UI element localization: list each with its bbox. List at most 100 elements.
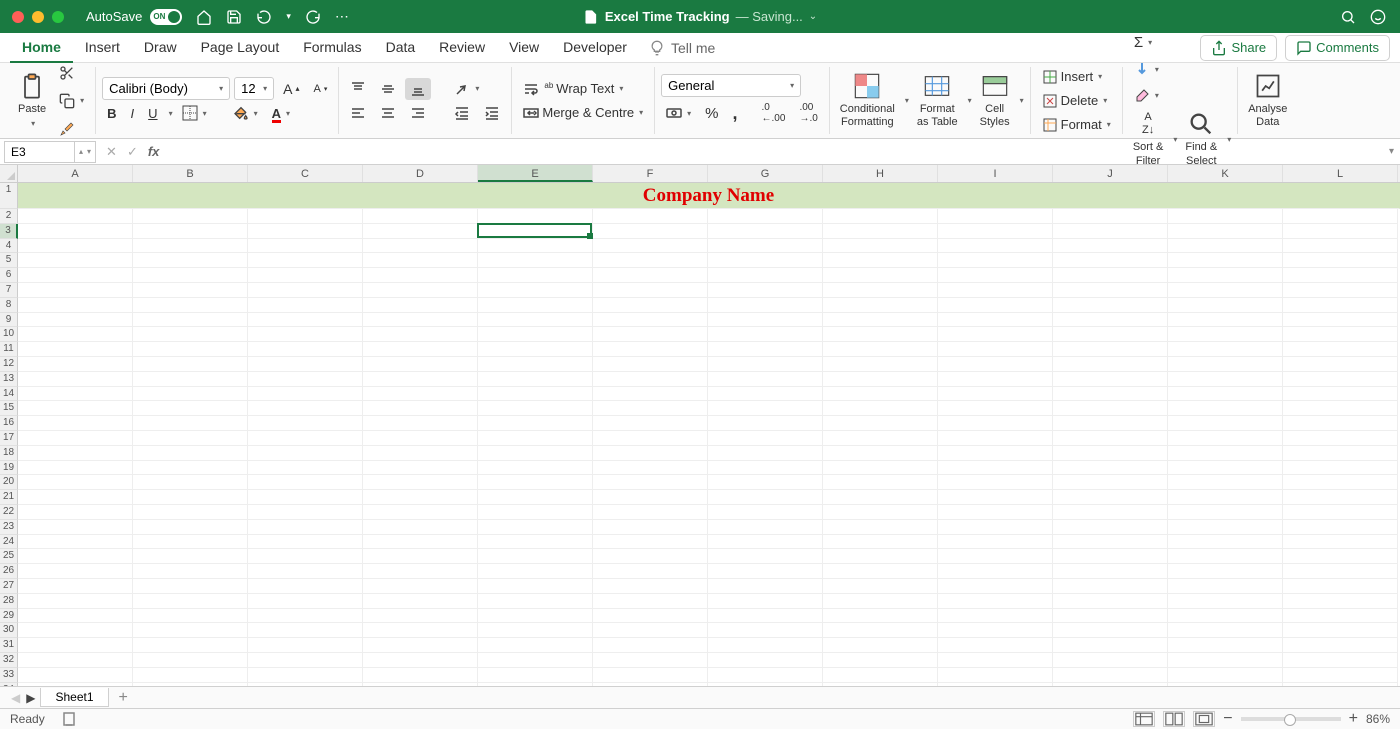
delete-cells-button[interactable]: Delete▾: [1037, 90, 1113, 112]
cell-E13[interactable]: [478, 372, 593, 387]
cell-H8[interactable]: [823, 298, 938, 313]
fill-color-button[interactable]: ▾: [228, 102, 263, 124]
cell-I10[interactable]: [938, 327, 1053, 342]
cell-K16[interactable]: [1168, 416, 1283, 431]
cell-styles-dropdown[interactable]: ▾: [1020, 96, 1024, 105]
cell-B9[interactable]: [133, 313, 248, 328]
cell-J3[interactable]: [1053, 224, 1168, 239]
enter-formula-icon[interactable]: ✓: [127, 144, 138, 160]
cell-H29[interactable]: [823, 609, 938, 624]
cell-I14[interactable]: [938, 387, 1053, 402]
cell-L32[interactable]: [1283, 653, 1398, 668]
cell-G16[interactable]: [708, 416, 823, 431]
cell-A34[interactable]: [18, 683, 133, 687]
row-header-8[interactable]: 8: [0, 298, 18, 313]
cell-L20[interactable]: [1283, 475, 1398, 490]
cell-I31[interactable]: [938, 638, 1053, 653]
cell-H23[interactable]: [823, 520, 938, 535]
cell-K8[interactable]: [1168, 298, 1283, 313]
cell-J2[interactable]: [1053, 209, 1168, 224]
cell-C9[interactable]: [248, 313, 363, 328]
cell-B26[interactable]: [133, 564, 248, 579]
view-page-break-button[interactable]: [1193, 711, 1215, 727]
cell-A33[interactable]: [18, 668, 133, 683]
cell-A26[interactable]: [18, 564, 133, 579]
cell-B10[interactable]: [133, 327, 248, 342]
cell-B22[interactable]: [133, 505, 248, 520]
autosave-toggle[interactable]: ON: [150, 9, 182, 25]
tell-me[interactable]: Tell me: [649, 40, 715, 56]
cell-G32[interactable]: [708, 653, 823, 668]
cell-G12[interactable]: [708, 357, 823, 372]
fill-button[interactable]: ▾: [1129, 58, 1164, 80]
cell-B28[interactable]: [133, 594, 248, 609]
cell-K25[interactable]: [1168, 549, 1283, 564]
increase-indent-button[interactable]: [479, 102, 505, 124]
cell-H6[interactable]: [823, 268, 938, 283]
cell-C8[interactable]: [248, 298, 363, 313]
cell-F17[interactable]: [593, 431, 708, 446]
cell-B4[interactable]: [133, 239, 248, 254]
cell-K19[interactable]: [1168, 461, 1283, 476]
cell-A17[interactable]: [18, 431, 133, 446]
cell-B18[interactable]: [133, 446, 248, 461]
cell-B16[interactable]: [133, 416, 248, 431]
home-icon[interactable]: [196, 9, 212, 25]
row-header-24[interactable]: 24: [0, 535, 18, 550]
cell-G14[interactable]: [708, 387, 823, 402]
cell-B15[interactable]: [133, 401, 248, 416]
number-format-select[interactable]: General▾: [661, 74, 801, 97]
cell-D7[interactable]: [363, 283, 478, 298]
undo-dropdown[interactable]: ▾: [286, 11, 291, 22]
cell-C25[interactable]: [248, 549, 363, 564]
cell-I23[interactable]: [938, 520, 1053, 535]
cell-H19[interactable]: [823, 461, 938, 476]
cell-H21[interactable]: [823, 490, 938, 505]
cell-B8[interactable]: [133, 298, 248, 313]
row-header-23[interactable]: 23: [0, 520, 18, 535]
currency-button[interactable]: ▾: [661, 102, 696, 124]
cell-A16[interactable]: [18, 416, 133, 431]
cell-L22[interactable]: [1283, 505, 1398, 520]
cell-J29[interactable]: [1053, 609, 1168, 624]
cell-C3[interactable]: [248, 224, 363, 239]
cell-L28[interactable]: [1283, 594, 1398, 609]
cell-E23[interactable]: [478, 520, 593, 535]
row-header-2[interactable]: 2: [0, 209, 18, 224]
cell-G26[interactable]: [708, 564, 823, 579]
cell-F29[interactable]: [593, 609, 708, 624]
cell-D12[interactable]: [363, 357, 478, 372]
cell-I11[interactable]: [938, 342, 1053, 357]
merge-centre-button[interactable]: Merge & Centre▾: [518, 102, 648, 124]
tab-draw[interactable]: Draw: [132, 33, 189, 63]
cell-A29[interactable]: [18, 609, 133, 624]
cell-G19[interactable]: [708, 461, 823, 476]
cell-B29[interactable]: [133, 609, 248, 624]
cell-J19[interactable]: [1053, 461, 1168, 476]
cell-H22[interactable]: [823, 505, 938, 520]
cell-B23[interactable]: [133, 520, 248, 535]
cell-L16[interactable]: [1283, 416, 1398, 431]
column-header-B[interactable]: B: [133, 165, 248, 182]
cell-L8[interactable]: [1283, 298, 1398, 313]
cell-I32[interactable]: [938, 653, 1053, 668]
cell-F27[interactable]: [593, 579, 708, 594]
format-cells-button[interactable]: Format▾: [1037, 114, 1116, 136]
row-header-15[interactable]: 15: [0, 401, 18, 416]
cell-E28[interactable]: [478, 594, 593, 609]
cell-H32[interactable]: [823, 653, 938, 668]
tab-formulas[interactable]: Formulas: [291, 33, 373, 63]
cell-D16[interactable]: [363, 416, 478, 431]
percent-button[interactable]: %: [700, 102, 723, 125]
add-sheet-button[interactable]: +: [111, 689, 136, 707]
sheet-nav-prev[interactable]: ◀: [8, 691, 23, 705]
cell-F23[interactable]: [593, 520, 708, 535]
cell-F3[interactable]: [593, 224, 708, 239]
cell-B3[interactable]: [133, 224, 248, 239]
cell-B27[interactable]: [133, 579, 248, 594]
cell-J16[interactable]: [1053, 416, 1168, 431]
orientation-button[interactable]: ▾: [449, 78, 484, 100]
cell-H28[interactable]: [823, 594, 938, 609]
row-header-29[interactable]: 29: [0, 609, 18, 624]
row-header-7[interactable]: 7: [0, 283, 18, 298]
